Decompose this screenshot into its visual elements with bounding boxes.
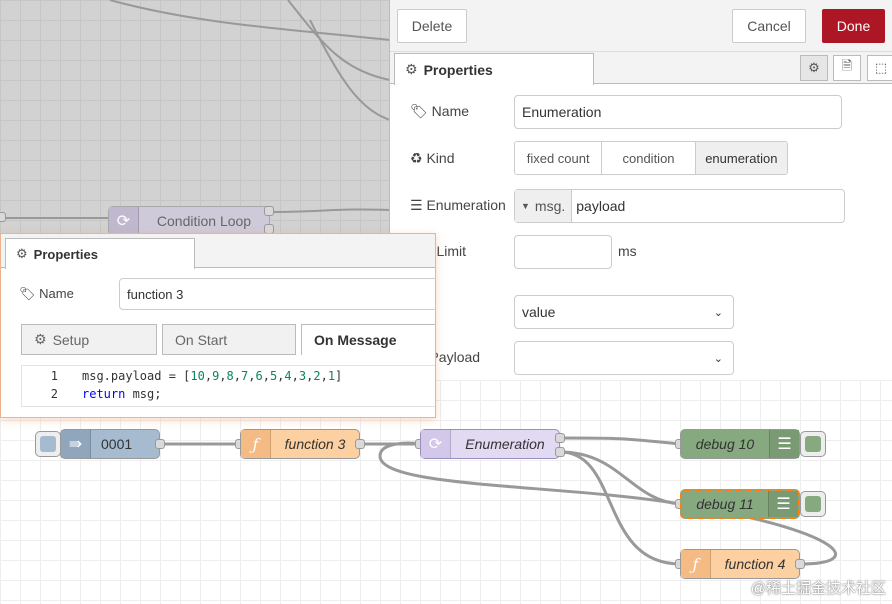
name-label: 🏷 Name — [410, 103, 470, 119]
inject-trigger — [40, 436, 56, 452]
chevron-down-icon: ⌄ — [713, 352, 723, 365]
delete-button[interactable]: Delete — [397, 9, 467, 43]
node-port — [0, 212, 6, 222]
appearance-icon[interactable]: ⬚ — [867, 55, 892, 81]
function-icon: ƒ — [241, 430, 271, 458]
recycle-icon: ♻ — [410, 150, 423, 166]
node-label: function 3 — [284, 436, 346, 452]
node-label: Enumeration — [465, 436, 545, 452]
code-line: return msg; — [82, 387, 162, 401]
workspace-background: ⟳ Condition Loop — [0, 0, 390, 236]
tab-label: Properties — [33, 246, 98, 262]
name-input[interactable]: Enumeration — [514, 95, 842, 129]
output-port[interactable] — [155, 439, 165, 449]
node-label: debug 11 — [696, 496, 754, 512]
gear-icon: ⚙ — [16, 246, 28, 261]
description-icon[interactable]: 🗎 — [833, 55, 861, 81]
kind-label: ♻ Kind — [410, 150, 455, 166]
debug-list-icon: ☰ — [768, 491, 798, 517]
line-number: 1 — [50, 369, 58, 383]
type-prefix: msg. — [534, 198, 566, 214]
watermark: @稀土掘金技术社区 — [750, 580, 886, 597]
gear-icon: ⚙ — [34, 331, 47, 347]
loop-payload-select[interactable]: value ⌄ — [514, 295, 734, 329]
node-inject[interactable]: ⇛ 0001 — [60, 429, 160, 459]
caret-down-icon: ▼ — [521, 201, 530, 211]
output-port[interactable] — [795, 559, 805, 569]
done-button[interactable]: Done — [822, 9, 885, 43]
node-label: function 4 — [724, 556, 786, 572]
debug-toggle — [805, 436, 821, 452]
loop-payload-value: value — [522, 304, 556, 320]
code-editor[interactable]: 1 msg.payload = [10,9,8,7,6,5,4,3,2,1] 2… — [21, 365, 435, 407]
line-number: 2 — [50, 387, 58, 401]
debug-toggle-button[interactable] — [800, 431, 826, 457]
output-port-loop[interactable] — [555, 433, 565, 443]
inject-arrow-icon: ⇛ — [61, 430, 91, 458]
tab-properties[interactable]: ⚙ Properties — [5, 238, 195, 269]
name-input[interactable]: function 3 — [119, 278, 435, 310]
kind-option-enumeration[interactable]: enumeration — [695, 142, 787, 174]
node-function-3[interactable]: ƒ function 3 — [240, 429, 360, 459]
function-properties-popup: ⚙ Properties 🏷 Name function 3 ⚙ Setup O… — [0, 233, 436, 418]
end-payload-select[interactable]: ⌄ — [514, 341, 734, 375]
debug-toggle-button[interactable] — [800, 491, 826, 517]
debug-list-icon: ☰ — [769, 430, 799, 458]
output-port[interactable] — [355, 439, 365, 449]
node-label: debug 10 — [695, 436, 755, 452]
tray-tabbar: ⚙ Properties ⚙ 🗎 ⬚ — [390, 52, 892, 85]
subtab-on-start[interactable]: On Start — [162, 324, 296, 355]
name-label: 🏷 Name — [19, 286, 74, 301]
subtab-label: Setup — [52, 331, 90, 348]
kind-option-fixed-count[interactable]: fixed count — [515, 142, 603, 174]
subtab-setup[interactable]: ⚙ Setup — [21, 324, 157, 355]
time-limit-input[interactable] — [514, 235, 612, 269]
cancel-button[interactable]: Cancel — [732, 9, 806, 43]
gear-icon[interactable]: ⚙ — [800, 55, 828, 81]
edit-tray: Delete Cancel Done ⚙ Properties ⚙ 🗎 ⬚ 🏷 … — [389, 0, 892, 380]
inject-trigger-button[interactable] — [35, 431, 61, 457]
enumeration-typed-input[interactable]: ▼ msg. payload — [514, 189, 845, 223]
gear-icon: ⚙ — [405, 61, 418, 77]
node-port — [264, 206, 274, 216]
tag-icon: 🏷 — [410, 103, 428, 119]
node-function-4[interactable]: ƒ function 4 — [680, 549, 800, 579]
enumeration-label: ☰ Enumeration — [410, 197, 506, 213]
node-debug-10[interactable]: debug 10 ☰ — [680, 429, 800, 459]
node-debug-11[interactable]: debug 11 ☰ — [680, 489, 800, 519]
loop-icon: ⟳ — [421, 430, 451, 458]
tag-icon: 🏷 — [19, 286, 36, 301]
kind-option-condition[interactable]: condition — [602, 142, 696, 174]
kind-selector[interactable]: fixed count condition enumeration — [514, 141, 788, 175]
node-label: 0001 — [101, 436, 133, 452]
time-limit-unit: ms — [618, 243, 637, 259]
popup-tabbar: ⚙ Properties — [1, 234, 435, 269]
tab-label: Properties — [423, 61, 493, 78]
node-enumeration[interactable]: ⟳ Enumeration — [420, 429, 560, 459]
tab-properties[interactable]: ⚙ Properties — [394, 53, 594, 85]
output-port-done[interactable] — [555, 447, 565, 457]
subtab-on-message[interactable]: On Message — [301, 324, 435, 355]
debug-toggle — [805, 496, 821, 512]
type-selector[interactable]: ▼ msg. — [515, 190, 573, 222]
node-condition-loop[interactable]: ⟳ Condition Loop — [108, 206, 270, 236]
list-icon: ☰ — [410, 197, 423, 213]
chevron-down-icon: ⌄ — [713, 306, 723, 319]
code-line: msg.payload = [10,9,8,7,6,5,4,3,2,1] — [82, 369, 343, 383]
tray-toolbar: Delete Cancel Done — [390, 0, 892, 52]
node-label: Condition Loop — [156, 213, 252, 229]
enumeration-value[interactable]: payload — [572, 198, 625, 214]
function-icon: ƒ — [681, 550, 711, 578]
background-wires — [0, 0, 390, 219]
loop-icon: ⟳ — [109, 207, 139, 235]
